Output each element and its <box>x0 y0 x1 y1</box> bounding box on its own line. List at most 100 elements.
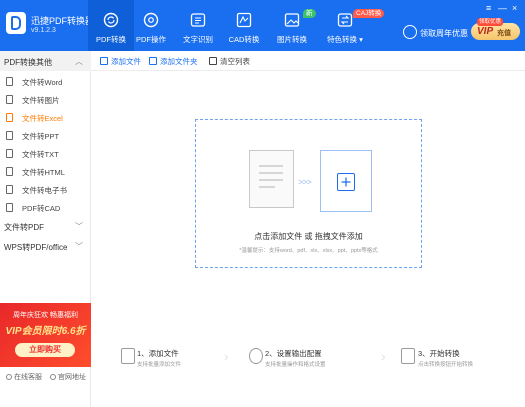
tab-special[interactable]: 特色转换 ▾ <box>320 0 370 51</box>
image-icon <box>6 95 13 104</box>
sidebar-item-cad[interactable]: PDF转CAD <box>0 198 91 216</box>
add-folder-button[interactable]: 添加文件夹 <box>149 56 198 67</box>
step-title: 1、添加文件 <box>137 349 179 358</box>
add-folder-icon <box>149 57 157 65</box>
sidebar-item-word[interactable]: 文件转Word <box>0 72 91 90</box>
online-service-label: 在线客服 <box>14 374 42 381</box>
online-service-link[interactable]: 在线客服 <box>6 372 42 382</box>
app-version: v9.1.2.3 <box>31 27 56 34</box>
tab-pdf-operate[interactable]: PDF操作 <box>128 0 174 51</box>
step-title: 2、设置输出配置 <box>265 349 322 358</box>
cad-icon <box>236 12 252 28</box>
clear-list-label: 清空列表 <box>220 57 250 66</box>
section-wps[interactable]: WPS转PDF/office ﹀ <box>0 236 91 256</box>
official-site-label: 官网地址 <box>58 374 86 381</box>
add-file-button[interactable]: 添加文件 <box>100 56 141 67</box>
close-icon[interactable]: × <box>512 4 517 13</box>
trash-icon <box>209 57 217 65</box>
caj-badge[interactable]: CAJ转换 <box>353 9 385 18</box>
sidebar-item-image[interactable]: 文件转图片 <box>0 90 91 108</box>
plus-icon <box>337 173 355 191</box>
tab-image[interactable]: 图片转换 <box>269 0 315 51</box>
gear-doc-icon <box>143 12 159 28</box>
promo-line2: VIP会员限时6.6折 <box>5 326 86 337</box>
chevron-up-icon: ︿ <box>75 57 83 66</box>
promo-line1: 周年庆狂欢 畅惠福利 <box>13 312 78 319</box>
sidebar-item-excel[interactable]: 文件转Excel <box>0 108 91 126</box>
section-title: WPS转PDF/office <box>4 243 68 252</box>
app-name: 迅捷PDF转换器 <box>31 16 95 26</box>
sidebar-item-txt[interactable]: 文件转TXT <box>0 144 91 162</box>
tab-label: PDF操作 <box>136 35 166 44</box>
app-header: 迅捷PDF转换器 v9.1.2.3 PDF转换 PDF操作 文字识别 CAD转换… <box>0 0 525 51</box>
sidebar-item-label: 文件转PPT <box>22 132 60 141</box>
app-logo <box>6 12 26 34</box>
sidebar-item-label: 文件转TXT <box>22 150 59 159</box>
step-desc: 支持批量操作和格式设置 <box>265 362 326 368</box>
chat-icon <box>6 374 12 380</box>
section-title: PDF转换其他 <box>4 58 52 67</box>
buy-now-button[interactable]: 立即购买 <box>15 343 75 357</box>
user-icon[interactable] <box>403 25 417 39</box>
drop-zone-title: 点击添加文件 或 拖拽文件添加 <box>254 232 363 241</box>
sidebar-item-label: 文件转Excel <box>22 114 63 123</box>
section-pdf-convert-other[interactable]: PDF转换其他 ︿ <box>0 51 91 71</box>
user-promo-link[interactable]: 领取周年优惠 <box>420 28 468 39</box>
tab-label: 图片转换 <box>277 35 307 44</box>
section-file-to-pdf[interactable]: 文件转PDF ﹀ <box>0 216 91 236</box>
ebook-icon <box>6 185 13 194</box>
refresh-icon <box>103 12 119 28</box>
sidebar-item-label: 文件转图片 <box>22 96 60 105</box>
excel-icon <box>6 113 13 122</box>
arrow-right-icon: >>> <box>298 177 312 187</box>
step-title: 3、开始转换 <box>418 349 460 358</box>
ppt-icon <box>6 131 13 140</box>
sidebar: PDF转换其他 ︿ 文件转Word 文件转图片 文件转Excel 文件转PPT … <box>0 51 91 407</box>
tab-label: CAD转换 <box>228 35 260 44</box>
add-file-icon <box>100 57 108 65</box>
sidebar-item-ebook[interactable]: 文件转电子书 <box>0 180 91 198</box>
section-title: 文件转PDF <box>4 223 44 232</box>
add-folder-label: 添加文件夹 <box>160 57 198 66</box>
chevron-down-icon: ﹀ <box>75 242 83 251</box>
convert-step-icon <box>401 348 415 364</box>
word-icon <box>6 77 13 86</box>
tab-ocr[interactable]: 文字识别 <box>175 0 221 51</box>
tab-label: 文字识别 <box>183 35 213 44</box>
official-site-link[interactable]: 官网地址 <box>50 372 86 382</box>
minimize-icon[interactable]: — <box>498 4 507 13</box>
toolbar: 添加文件 添加文件夹 清空列表 <box>91 51 525 71</box>
globe-icon <box>50 374 56 380</box>
swap-icon <box>337 13 353 27</box>
ocr-icon <box>190 13 206 27</box>
add-file-label: 添加文件 <box>111 57 141 66</box>
tab-label: 特色转换 ▾ <box>327 35 363 44</box>
promo-banner[interactable]: 周年庆狂欢 畅惠福利 VIP会员限时6.6折 立即购买 <box>0 303 91 367</box>
sidebar-item-label: 文件转Word <box>22 78 63 87</box>
drop-zone-hint: *温馨提示：支持word、pdf、xls、xlsx、ppt、pptx等格式 <box>239 248 378 254</box>
sidebar-item-label: 文件转电子书 <box>22 186 67 195</box>
image-icon <box>284 13 300 27</box>
chevron-down-icon: ﹀ <box>75 222 83 231</box>
sidebar-item-html[interactable]: 文件转HTML <box>0 162 91 180</box>
vip-recharge-label: 充值 <box>497 30 511 37</box>
sidebar-item-label: 文件转HTML <box>22 168 65 177</box>
chevron-right-icon: › <box>224 348 229 364</box>
step-desc: 点击转换按钮开始转换 <box>418 362 474 368</box>
clear-list-button[interactable]: 清空列表 <box>209 56 250 67</box>
txt-icon <box>6 149 13 158</box>
step-desc: 支持批量添加文件 <box>137 362 182 368</box>
sidebar-item-label: PDF转CAD <box>22 204 61 213</box>
document-icon <box>249 150 294 208</box>
settings-step-icon <box>249 348 263 364</box>
chevron-right-icon: › <box>381 348 386 364</box>
new-badge: 新 <box>303 9 316 18</box>
menu-icon[interactable]: ≡ <box>486 4 491 13</box>
cad-icon <box>6 203 13 212</box>
tab-cad[interactable]: CAD转换 <box>221 0 267 51</box>
html-icon <box>6 167 13 176</box>
vip-label: VIP <box>477 26 494 37</box>
sidebar-item-ppt[interactable]: 文件转PPT <box>0 126 91 144</box>
vip-promo-tag: 领取优惠 <box>477 18 504 26</box>
add-file-step-icon <box>121 348 135 364</box>
